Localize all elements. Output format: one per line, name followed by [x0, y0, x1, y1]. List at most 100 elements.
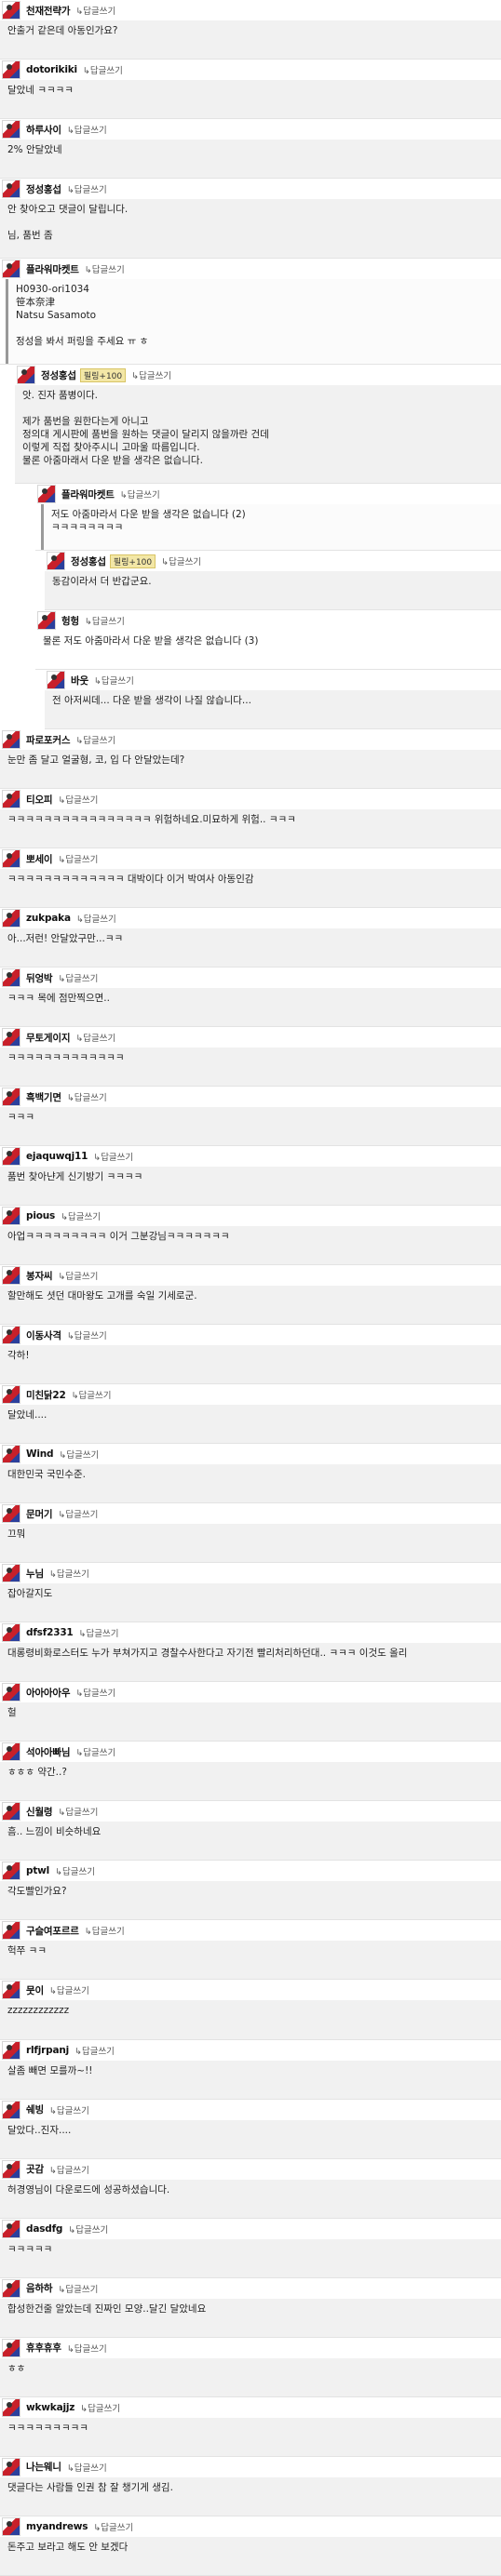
comment-author[interactable]: wkwkajjz [26, 2402, 74, 2413]
avatar-icon[interactable] [2, 120, 20, 140]
comment-author[interactable]: 뭇이 [26, 1983, 44, 1997]
comment-author[interactable]: 플라워마켓트 [61, 487, 115, 501]
avatar-icon[interactable] [2, 849, 20, 869]
reply-link[interactable]: ↳답글쓰기 [49, 2103, 89, 2116]
avatar-icon[interactable] [2, 2397, 20, 2417]
comment-author[interactable]: 티오피 [26, 793, 53, 807]
reply-link[interactable]: ↳답글쓰기 [161, 554, 201, 567]
reply-link[interactable]: ↳답글쓰기 [67, 182, 107, 195]
reply-link[interactable]: ↳답글쓰기 [67, 2461, 107, 2474]
reply-link[interactable]: ↳답글쓰기 [67, 2342, 107, 2355]
avatar-icon[interactable] [2, 1862, 20, 1881]
avatar-icon[interactable] [2, 2100, 20, 2119]
comment-author[interactable]: 봉자씨 [26, 1269, 53, 1283]
comment-author[interactable]: dotorikiki [26, 64, 77, 75]
comment-author[interactable]: 이동사격 [26, 1328, 61, 1342]
comment-author[interactable]: 신월령 [26, 1805, 53, 1819]
avatar-icon[interactable] [2, 730, 20, 750]
reply-link[interactable]: ↳답글쓰기 [75, 1686, 115, 1699]
reply-link[interactable]: ↳답글쓰기 [74, 2044, 115, 2057]
avatar-icon[interactable] [2, 2516, 20, 2536]
avatar-icon[interactable] [2, 60, 20, 80]
avatar-icon[interactable] [2, 909, 20, 928]
avatar-icon[interactable] [2, 1742, 20, 1762]
reply-link[interactable]: ↳답글쓰기 [120, 487, 160, 501]
reply-link[interactable]: ↳답글쓰기 [83, 63, 123, 76]
avatar-icon[interactable] [2, 2159, 20, 2179]
comment-author[interactable]: 하루사이 [26, 123, 61, 137]
comment-author[interactable]: 문머기 [26, 1507, 53, 1521]
reply-link[interactable]: ↳답글쓰기 [68, 2222, 108, 2236]
avatar-icon[interactable] [47, 671, 65, 690]
avatar-icon[interactable] [2, 1981, 20, 2000]
avatar-icon[interactable] [2, 1, 20, 20]
comment-author[interactable]: 누님 [26, 1567, 44, 1581]
reply-link[interactable]: ↳답글쓰기 [55, 1864, 95, 1877]
avatar-icon[interactable] [2, 1088, 20, 1107]
avatar-icon[interactable] [2, 180, 20, 199]
comment-author[interactable]: 구슬여포르르 [26, 1924, 79, 1938]
reply-link[interactable]: ↳답글쓰기 [58, 793, 98, 806]
reply-link[interactable]: ↳답글쓰기 [75, 1745, 115, 1758]
reply-link[interactable]: ↳답글쓰기 [58, 1507, 98, 1520]
comment-author[interactable]: dfsf2331 [26, 1627, 74, 1638]
comment-author[interactable]: pious [26, 1210, 55, 1221]
avatar-icon[interactable] [2, 1147, 20, 1167]
avatar-icon[interactable] [2, 1028, 20, 1048]
avatar-icon[interactable] [2, 2040, 20, 2060]
avatar-icon[interactable] [2, 1623, 20, 1643]
comment-author[interactable]: 파로포커스 [26, 733, 71, 747]
comment-author[interactable]: 정성홍섭 [41, 368, 76, 382]
reply-link[interactable]: ↳답글쓰기 [93, 2520, 133, 2533]
reply-link[interactable]: ↳답글쓰기 [85, 1924, 125, 1937]
avatar-icon[interactable] [2, 2278, 20, 2298]
comment-author[interactable]: 헝헝 [61, 614, 79, 628]
comment-author[interactable]: myandrews [26, 2521, 88, 2532]
avatar-icon[interactable] [2, 2457, 20, 2476]
reply-link[interactable]: ↳답글쓰기 [75, 733, 115, 746]
reply-link[interactable]: ↳답글쓰기 [80, 2401, 120, 2414]
reply-link[interactable]: ↳답글쓰기 [59, 1448, 99, 1461]
reply-link[interactable]: ↳답글쓰기 [94, 674, 134, 687]
comment-author[interactable]: Wind [26, 1448, 54, 1460]
avatar-icon[interactable] [2, 1802, 20, 1822]
avatar-icon[interactable] [2, 1445, 20, 1464]
reply-link[interactable]: ↳답글쓰기 [58, 1805, 98, 1818]
comment-author[interactable]: 뒤엉박 [26, 971, 53, 985]
comment-author[interactable]: 뽀세이 [26, 852, 53, 866]
reply-link[interactable]: ↳답글쓰기 [75, 4, 115, 17]
reply-link[interactable]: ↳답글쓰기 [49, 1983, 89, 1996]
comment-author[interactable]: 쉐빙 [26, 2102, 44, 2116]
comment-author[interactable]: 정성홍섭 [71, 554, 106, 568]
comment-author[interactable]: 휴후휴후 [26, 2341, 61, 2355]
reply-link[interactable]: ↳답글쓰기 [67, 1090, 107, 1103]
avatar-icon[interactable] [2, 2338, 20, 2357]
comment-author[interactable]: 곳감 [26, 2162, 44, 2176]
reply-link[interactable]: ↳답글쓰기 [67, 123, 107, 136]
comment-author[interactable]: 플라워마켓트 [26, 262, 79, 276]
avatar-icon[interactable] [17, 366, 35, 385]
comment-author[interactable]: 천재전략가 [26, 4, 71, 18]
comment-author[interactable]: 아아아아우 [26, 1686, 71, 1700]
comment-author[interactable]: dasdfg [26, 2223, 62, 2235]
avatar-icon[interactable] [2, 968, 20, 988]
reply-link[interactable]: ↳답글쓰기 [131, 368, 171, 381]
reply-link[interactable]: ↳답글쓰기 [72, 1388, 112, 1401]
reply-link[interactable]: ↳답글쓰기 [58, 1269, 98, 1282]
reply-link[interactable]: ↳답글쓰기 [61, 1209, 101, 1222]
reply-link[interactable]: ↳답글쓰기 [85, 614, 125, 627]
avatar-icon[interactable] [2, 1504, 20, 1524]
avatar-icon[interactable] [37, 611, 56, 631]
avatar-icon[interactable] [2, 2219, 20, 2238]
reply-link[interactable]: ↳답글쓰기 [67, 1328, 107, 1341]
comment-author[interactable]: 정성홍섭 [26, 182, 61, 196]
reply-link[interactable]: ↳답글쓰기 [75, 1031, 115, 1044]
comment-author[interactable]: zukpaka [26, 913, 71, 924]
avatar-icon[interactable] [2, 1683, 20, 1702]
comment-author[interactable]: 무토게이지 [26, 1031, 71, 1045]
avatar-icon[interactable] [37, 485, 56, 504]
comment-author[interactable]: 나는웨니 [26, 2460, 61, 2474]
comment-author[interactable]: ejaquwqj11 [26, 1151, 88, 1162]
reply-link[interactable]: ↳답글쓰기 [49, 2163, 89, 2176]
avatar-icon[interactable] [2, 1207, 20, 1226]
